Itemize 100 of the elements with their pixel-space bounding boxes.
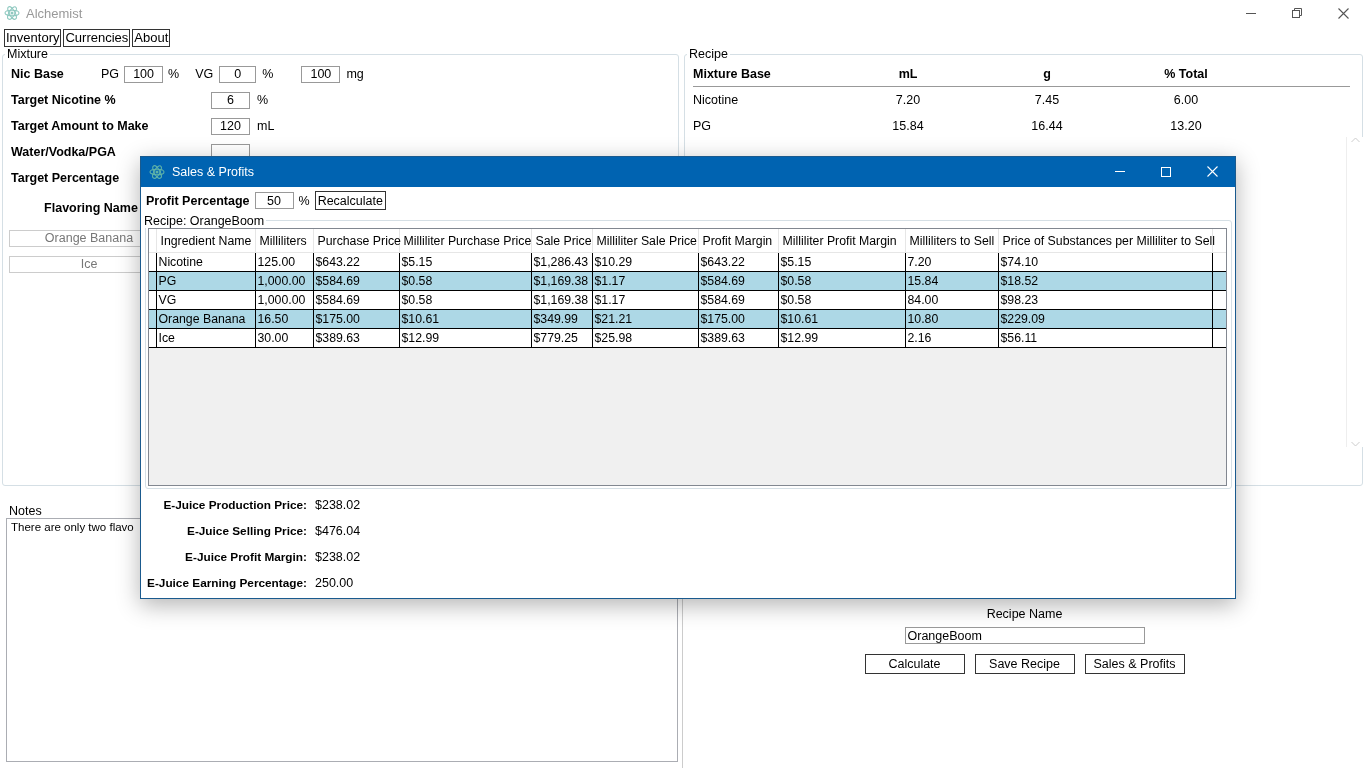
table-cell: $349.99 [531,309,592,329]
field-label: Water/Vodka/PGA [11,145,117,159]
menu-button[interactable]: Currencies [63,29,131,47]
summary-value: $238.02 [315,549,361,566]
summary-label: E-Juice Selling Price: [187,523,307,540]
scroll-down-icon[interactable] [1350,441,1360,447]
action-button[interactable]: Save Recipe [974,654,1075,674]
summary-label: E-Juice Production Price: [163,497,307,514]
table-cell: $1,169.38 [531,290,592,310]
group-title: Mixture [6,47,49,61]
table-cell: $12.99 [778,328,905,348]
table-cell: $10.61 [778,309,905,329]
table-cell: $0.58 [399,290,531,310]
unit-label: mg [346,67,364,81]
table-cell: $0.58 [778,271,905,291]
input-field[interactable]: 120 [211,117,250,135]
table-cell: Nicotine [156,252,255,272]
summary-value: 250.00 [315,575,354,592]
table-cell: $643.22 [313,252,399,272]
column-header: g [973,61,1121,87]
unit-label: % [262,67,274,81]
table-cell: $175.00 [313,309,399,329]
table-cell: 84.00 [905,290,998,310]
column-header[interactable]: Milliliters to Sell [905,228,998,253]
scrollbar[interactable] [1346,137,1363,447]
table-cell: $5.15 [778,252,905,272]
table-cell: $98.23 [998,290,1212,310]
table-cell: $584.69 [698,271,778,291]
table-cell: $584.69 [313,290,399,310]
action-button[interactable]: Calculate [864,654,965,674]
window-title: Alchemist [26,5,83,21]
group-title: Recipe: OrangeBoom [143,213,266,228]
table-cell: $1,169.38 [531,271,592,291]
unit-label: mL [257,119,275,133]
summary-label: E-Juice Profit Margin: [185,549,307,566]
group-title: Notes [9,504,42,518]
input-field[interactable]: 0 [219,65,257,83]
table-cell: $389.63 [313,328,399,348]
table-cell: $1.17 [592,290,698,310]
input-field[interactable]: 50 [254,192,294,210]
table-cell: Orange Banana [156,309,255,329]
recalculate-button[interactable]: Recalculate [314,191,386,211]
table-cell-text: 15.84 [891,118,925,135]
table-cell: 16.50 [255,309,313,329]
unit-label: % [298,193,310,208]
table-cell: 1,000.00 [255,290,313,310]
summary-value: $238.02 [315,497,361,514]
column-header: mL [843,61,973,87]
field-label: Recipe Name [986,607,1063,621]
table-cell-text: 16.44 [1030,118,1064,135]
column-header[interactable]: Purchase Price [313,228,399,253]
input-field[interactable]: 100 [124,65,164,83]
table-cell: $10.29 [592,252,698,272]
minimize-icon [1115,171,1125,173]
menu-button[interactable]: About [132,29,171,47]
table-cell: PG [156,271,255,291]
column-header[interactable]: Milliliter Profit Margin [778,228,905,253]
unit-label: % [257,93,269,107]
table-cell-text: PG [693,118,713,135]
table-cell: VG [156,290,255,310]
column-header: Flavoring Name [44,201,138,215]
table-cell-text: 13.20 [1169,118,1203,135]
field-label: Target Amount to Make [11,119,150,133]
field-label: Target Nicotine % [11,93,117,107]
table-cell: $25.98 [592,328,698,348]
atom-icon [4,5,20,21]
action-button[interactable]: Sales & Profits [1084,654,1185,674]
column-header[interactable]: Milliliters [255,228,313,253]
column-header[interactable]: Ingredient Name [156,228,255,253]
close-icon [1206,166,1218,178]
table-cell-text: Nicotine [693,92,740,109]
table-cell: $56.11 [998,328,1212,348]
table-cell: $12.99 [399,328,531,348]
table-cell: $0.58 [778,290,905,310]
table-cell: 125.00 [255,252,313,272]
table-cell: $21.21 [592,309,698,329]
column-header[interactable]: Sale Price [531,228,592,253]
input-field[interactable]: 100 [301,65,341,83]
table-cell: 2.16 [905,328,998,348]
column-header: Mixture Base [693,61,843,87]
table-cell: $0.58 [399,271,531,291]
input-field[interactable]: 6 [211,91,250,109]
recipe-name-field[interactable]: OrangeBoom [904,627,1145,644]
column-header[interactable]: Milliliter Sale Price [592,228,698,253]
column-header: % Total [1121,61,1251,87]
table-cell: $643.22 [698,252,778,272]
restore-icon [1292,8,1302,18]
table-cell-text: 7.45 [1033,92,1061,109]
table-cell: $229.09 [998,309,1212,329]
scroll-up-icon[interactable] [1350,137,1360,143]
column-header[interactable]: Profit Margin [698,228,778,253]
menu-button[interactable]: Inventory [4,29,62,47]
table-cell-text: 7.20 [894,92,922,109]
table-cell: $5.15 [399,252,531,272]
table-cell: 10.80 [905,309,998,329]
close-icon [1337,7,1349,19]
table-cell: $779.25 [531,328,592,348]
table-cell: $1.17 [592,271,698,291]
field-label: VG [195,67,214,81]
field-label: PG [101,67,120,81]
